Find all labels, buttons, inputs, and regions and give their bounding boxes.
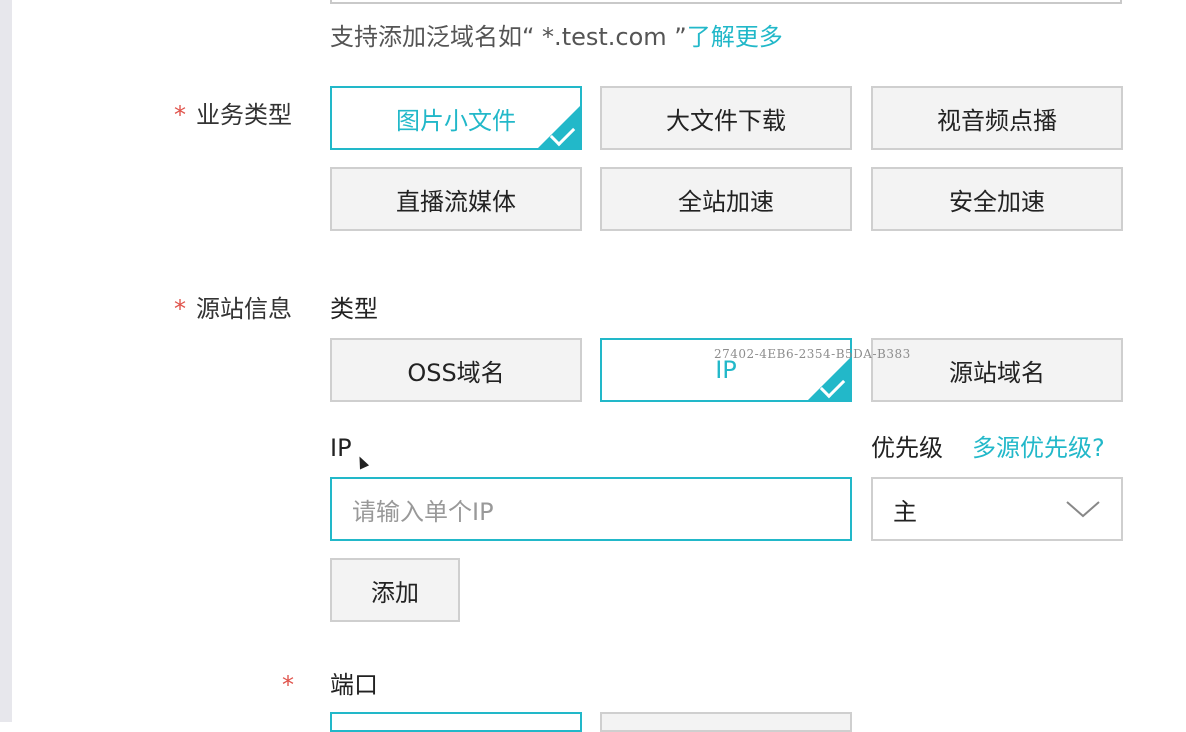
port-option-second[interactable] <box>600 712 852 732</box>
business-type-text: 业务类型 <box>196 101 292 129</box>
learn-more-link[interactable]: 了解更多 <box>687 23 783 51</box>
business-type-label: * 业务类型 <box>174 98 292 132</box>
add-ip-button[interactable]: 添加 <box>330 558 460 622</box>
option-label: 视音频点播 <box>937 106 1057 135</box>
required-mark: * <box>174 295 186 323</box>
option-label: 安全加速 <box>949 187 1045 216</box>
ip-label: IP <box>330 434 352 462</box>
option-label: 大文件下载 <box>666 106 786 135</box>
option-label: 直播流媒体 <box>396 187 516 216</box>
watermark-text: 27402-4EB6-2354-B5DA-B383 <box>714 347 911 361</box>
port-required-mark: * <box>282 671 294 699</box>
business-option-large-file-download[interactable]: 大文件下载 <box>600 86 852 150</box>
priority-label: 优先级 <box>871 434 943 462</box>
mouse-cursor-icon <box>354 454 370 470</box>
required-mark: * <box>174 101 186 129</box>
chevron-down-icon <box>1066 501 1100 518</box>
option-label: OSS域名 <box>407 358 505 387</box>
origin-type-label: 类型 <box>330 295 378 323</box>
priority-selected-value: 主 <box>893 497 917 526</box>
business-option-full-site-acceleration[interactable]: 全站加速 <box>600 167 852 231</box>
domain-input-bottom-edge[interactable] <box>330 0 1122 4</box>
ip-input-placeholder: 请输入单个IP <box>352 497 494 526</box>
origin-type-oss-domain[interactable]: OSS域名 <box>330 338 582 402</box>
priority-select[interactable]: 主 <box>871 477 1123 541</box>
business-option-image-small-files[interactable]: 图片小文件 <box>330 86 582 150</box>
business-option-live-streaming[interactable]: 直播流媒体 <box>330 167 582 231</box>
add-button-label: 添加 <box>371 578 419 607</box>
origin-info-text: 源站信息 <box>196 295 292 323</box>
ip-input[interactable]: 请输入单个IP <box>330 477 852 541</box>
business-option-video-on-demand[interactable]: 视音频点播 <box>871 86 1123 150</box>
business-option-security-acceleration[interactable]: 安全加速 <box>871 167 1123 231</box>
option-label: 图片小文件 <box>396 106 516 135</box>
port-label: 端口 <box>330 671 378 699</box>
option-label: 全站加速 <box>678 187 774 216</box>
option-label: 源站域名 <box>949 358 1045 387</box>
domain-hint: 支持添加泛域名如“ *.test.com ”了解更多 <box>330 20 783 54</box>
port-option-first[interactable] <box>330 712 582 732</box>
origin-info-label: * 源站信息 <box>174 292 292 326</box>
multi-origin-priority-link[interactable]: 多源优先级? <box>972 431 1105 465</box>
domain-hint-text: 支持添加泛域名如“ *.test.com ” <box>330 23 687 51</box>
side-rail <box>0 0 12 722</box>
